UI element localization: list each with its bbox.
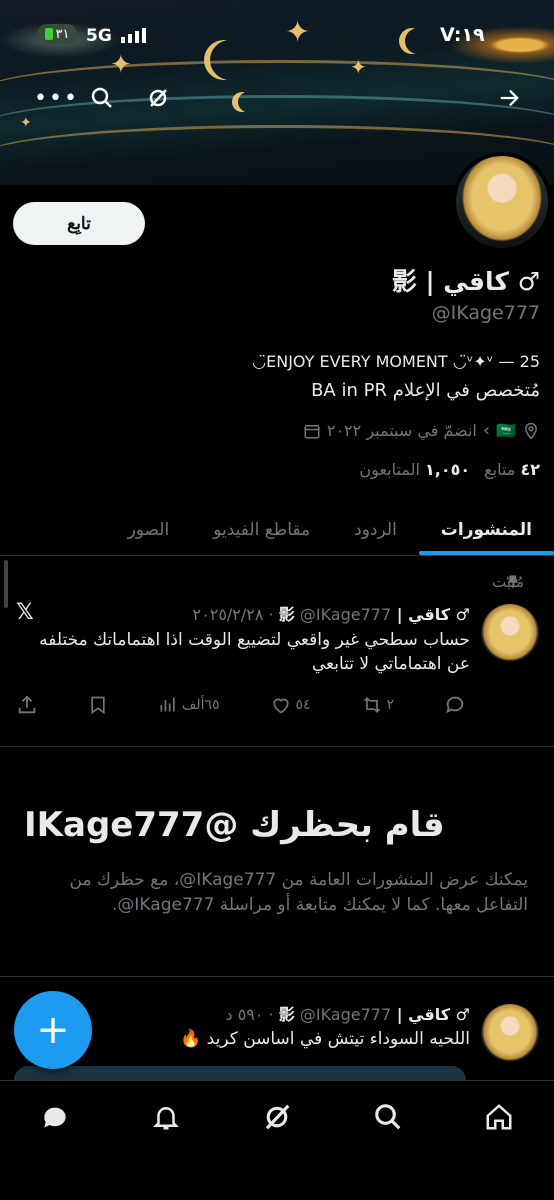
joined-label: انضمّ في سبتمبر ٢٠٢٢ (326, 421, 477, 440)
bio-line-1: 25 — ENJOY EVERY MOMENT ◡̈ᵛ✦ᵛ◡̈ (252, 352, 540, 371)
nav-notifications[interactable] (146, 1097, 186, 1137)
share-icon[interactable] (16, 694, 38, 716)
post-header: ♂ كاقي | 影 @IKage777 · ٢٠٢٥/٢/٢٨ (192, 605, 470, 624)
x-logo-icon: 𝕏 (16, 600, 34, 625)
message-icon (44, 1107, 67, 1128)
star-decoration: ✦ (20, 115, 32, 131)
nav-search[interactable] (368, 1097, 408, 1137)
block-notice-body: يمكنك عرض المنشورات العامة من ‎@IKage777… (69, 870, 528, 915)
follow-button[interactable]: تابِع (13, 202, 145, 245)
bookmark-icon[interactable] (88, 694, 108, 716)
battery-icon (44, 28, 53, 40)
post-avatar[interactable] (481, 1004, 539, 1062)
grok-icon[interactable] (146, 86, 170, 110)
retweet-icon (363, 697, 380, 713)
follow-counts: ٤٢ متابع ١,٠٥٠ المتابعون (359, 460, 540, 479)
status-time: V:١٩ (440, 24, 485, 46)
bottom-navigation (0, 1080, 554, 1153)
compose-button[interactable]: + (14, 991, 92, 1069)
display-name: ♂ كاقي | 影 (391, 267, 540, 296)
following-count[interactable]: ٤٢ متابع (484, 460, 540, 479)
star-decoration: ✦ (350, 55, 367, 79)
retweets-stat[interactable]: ٢ (361, 695, 394, 715)
chevron-icon[interactable]: › (483, 420, 490, 441)
tab-posts[interactable]: المنشورات (418, 505, 554, 555)
views-icon (160, 697, 175, 712)
plus-icon: + (36, 1007, 70, 1053)
moon-decoration (405, 28, 431, 54)
post-text: حساب سطحي غير واقعي لتضييع الوقت اذا اهت… (39, 630, 470, 674)
battery-indicator: ٣١ (37, 24, 77, 44)
tab-photos[interactable]: الصور (106, 505, 192, 555)
post-header: ♂ كاقي | 影 @IKage777 · ٥٩٠ د (225, 1005, 470, 1024)
home-icon (486, 1104, 512, 1130)
more-options-icon[interactable]: ••• (34, 86, 79, 111)
divider (0, 746, 554, 747)
nav-grok[interactable] (257, 1097, 297, 1137)
search-icon[interactable] (90, 86, 114, 110)
moon-decoration (210, 40, 250, 80)
bell-icon (153, 1107, 180, 1130)
reply-icon[interactable] (444, 694, 466, 716)
followers-count[interactable]: ١,٠٥٠ المتابعون (359, 460, 470, 479)
profile-meta: 🇸🇦 › انضمّ في سبتمبر ٢٠٢٢ (303, 420, 540, 441)
flag-label: 🇸🇦 (496, 421, 516, 440)
post-avatar[interactable] (481, 604, 539, 662)
views-stat[interactable]: ٦٥ألف (158, 695, 220, 715)
post-text: اللحيه السوداء تيتش في اساسن كريد 🔥 (180, 1029, 470, 1049)
battery-level: ٣١ (55, 26, 70, 42)
post-actions: ٦٥ألف ٥٤ ٢ (16, 694, 466, 716)
signal-icon (121, 28, 146, 43)
tab-replies[interactable]: الردود (332, 505, 419, 555)
nav-messages[interactable] (35, 1097, 75, 1137)
tab-videos[interactable]: مقاطع الفيديو (191, 505, 332, 555)
bio-line-2: مُتخصص في الإعلام BA in PR (311, 380, 540, 401)
calendar-icon (304, 424, 320, 438)
star-decoration: ✦ (110, 50, 132, 80)
heart-icon (273, 698, 289, 714)
profile-avatar[interactable] (452, 152, 552, 252)
location-icon (524, 422, 538, 440)
profile-banner: ✦ ✦ ✦ ✦ V:١٩ ٣١ 5G ••• (0, 0, 554, 185)
search-icon (374, 1104, 401, 1130)
network-label: 5G (86, 26, 112, 46)
block-notice-title: قام بحظرك @IKage777 (24, 805, 445, 845)
divider (0, 976, 554, 977)
profile-tabs: المنشورات الردود مقاطع الفيديو الصور (0, 505, 554, 556)
pin-icon (507, 575, 519, 588)
back-arrow-icon[interactable] (498, 87, 520, 109)
profile-handle: @IKage777 (431, 302, 540, 324)
scrollbar[interactable] (4, 560, 8, 608)
grok-icon (265, 1104, 290, 1130)
nav-home[interactable] (479, 1097, 519, 1137)
likes-stat[interactable]: ٥٤ (270, 695, 311, 715)
moon-decoration (238, 92, 258, 112)
star-decoration: ✦ (285, 15, 311, 50)
